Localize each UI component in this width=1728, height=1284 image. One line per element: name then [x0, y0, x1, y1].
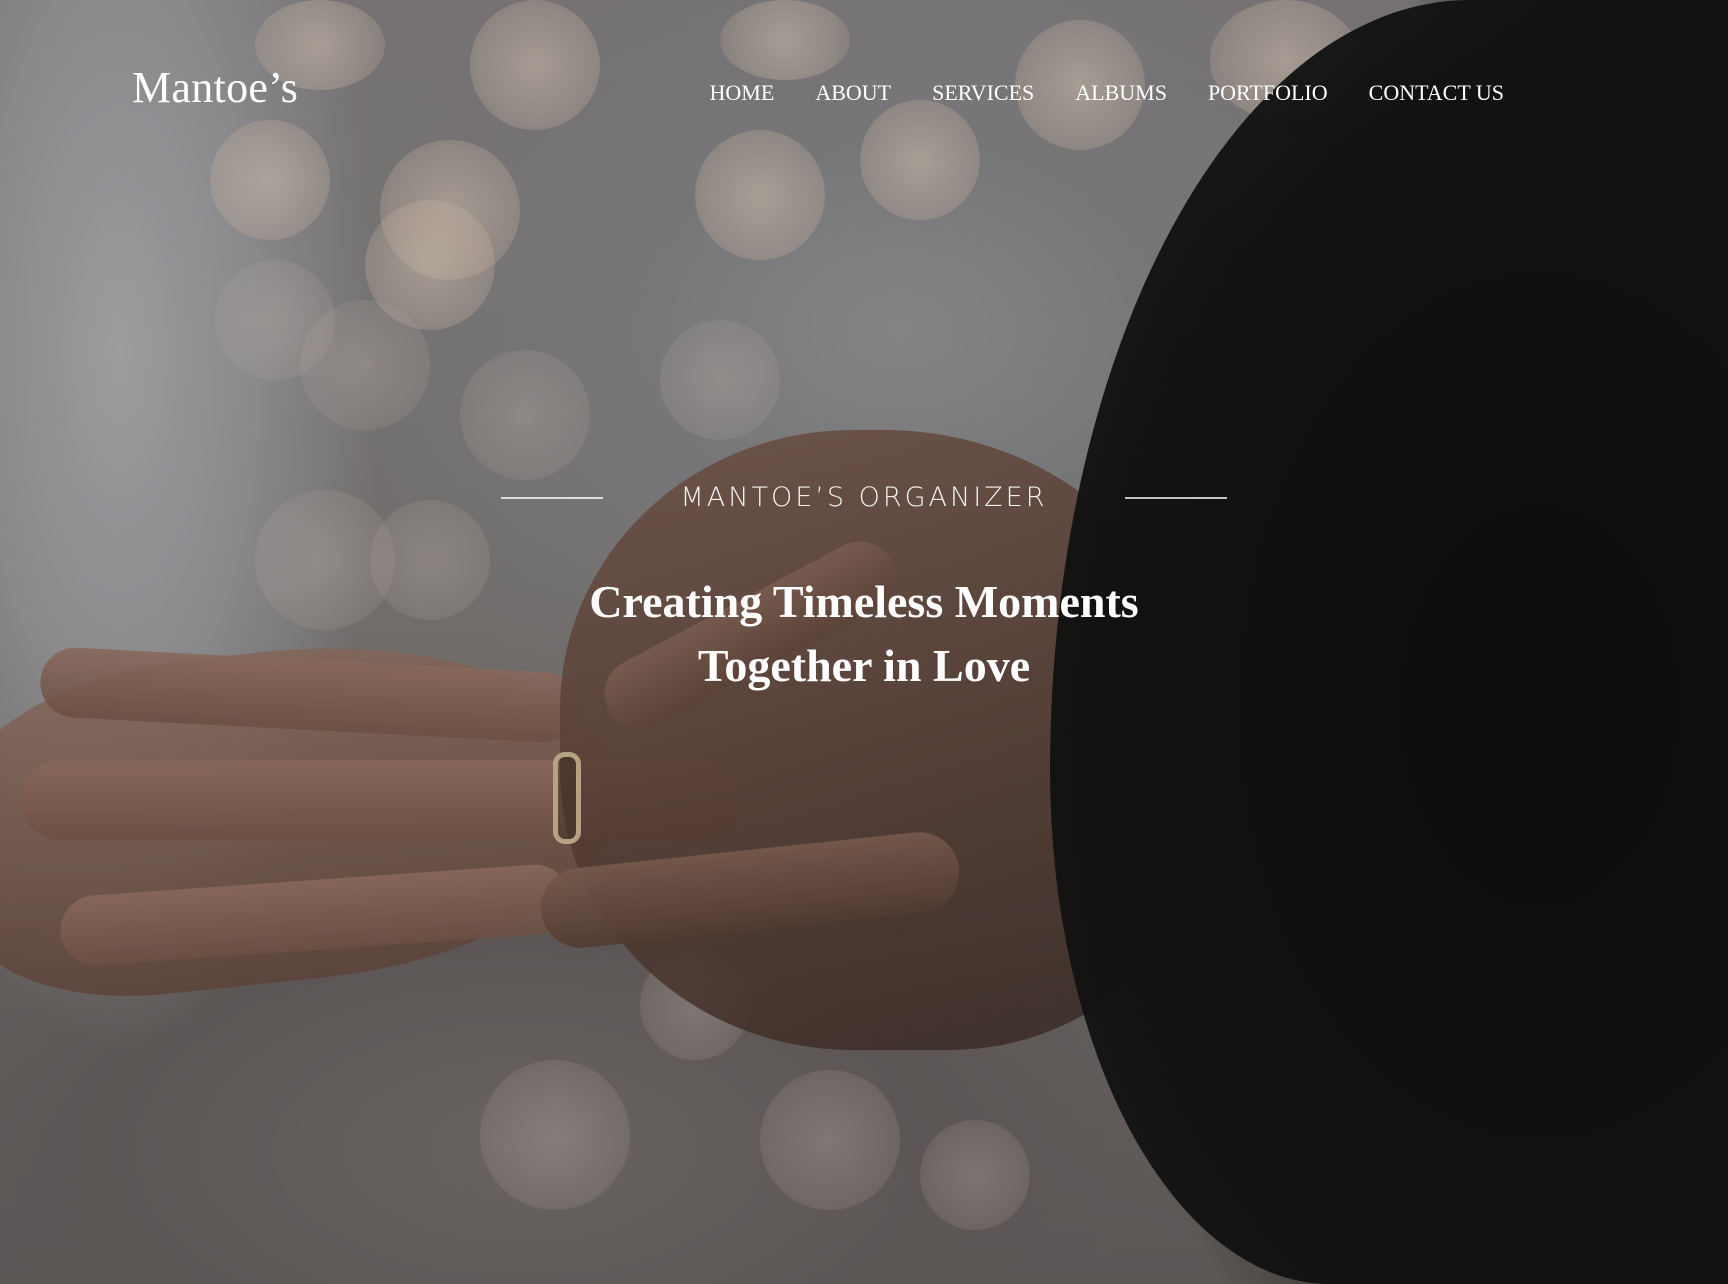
nav-item-contact-us[interactable]: CONTACT US: [1369, 80, 1504, 106]
main-nav: HOME ABOUT SERVICES ALBUMS PORTFOLIO CON…: [710, 80, 1504, 106]
nav-item-albums[interactable]: ALBUMS: [1075, 80, 1167, 106]
hero-headline: Creating Timeless Moments Together in Lo…: [0, 570, 1728, 698]
nav-item-portfolio[interactable]: PORTFOLIO: [1208, 80, 1328, 106]
tagline-divider-right: [1125, 496, 1228, 499]
nav-item-services[interactable]: SERVICES: [932, 80, 1034, 106]
hero-section: Mantoe’s HOME ABOUT SERVICES ALBUMS PORT…: [0, 0, 1728, 1284]
nav-item-about[interactable]: ABOUT: [815, 80, 891, 106]
nav-item-home[interactable]: HOME: [710, 80, 775, 106]
tagline-row: MANTOE’S ORGANIZER: [0, 482, 1728, 513]
brand-logo[interactable]: Mantoe’s: [132, 62, 298, 113]
hero-headline-line2: Together in Love: [697, 640, 1031, 691]
hero-tagline: MANTOE’S ORGANIZER: [680, 482, 1048, 513]
hero-headline-line1: Creating Timeless Moments: [589, 576, 1139, 627]
tagline-divider-left: [500, 496, 603, 499]
